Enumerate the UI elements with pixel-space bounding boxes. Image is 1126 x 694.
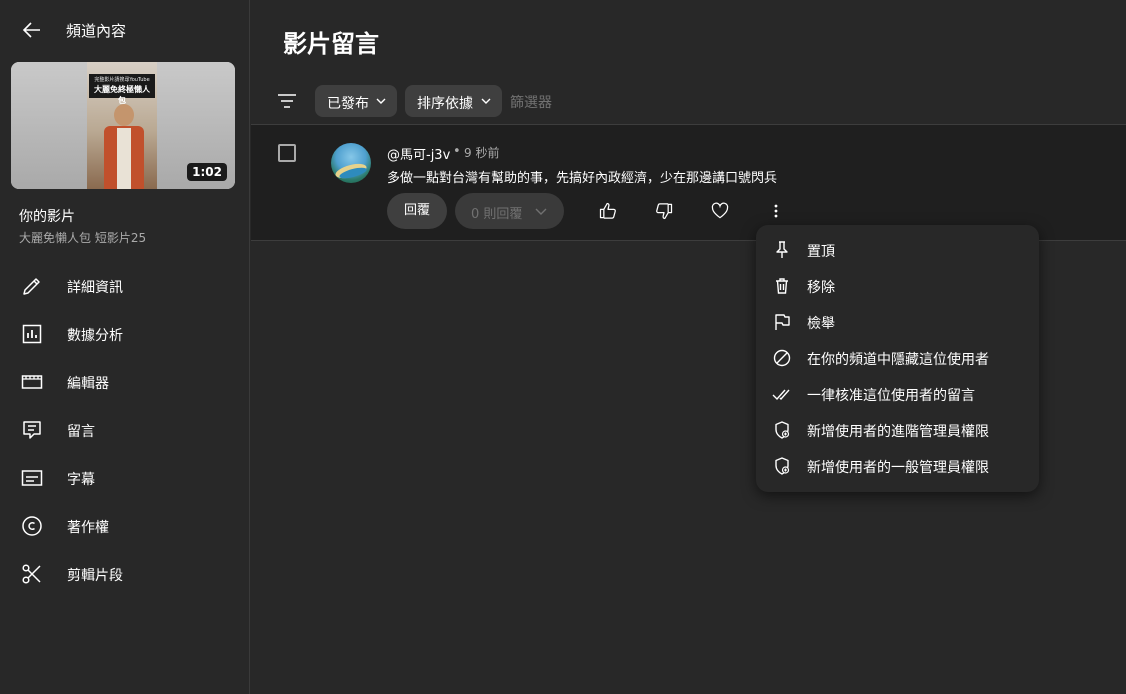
- sidebar-item-analytics[interactable]: 數據分析: [0, 312, 250, 356]
- comment-author[interactable]: @馬可-j3v: [387, 144, 450, 163]
- thumbnail-overlay-big: 大麗免終極懶人包: [94, 85, 150, 105]
- comment-select-checkbox[interactable]: [278, 144, 296, 162]
- thumbnail-overlay-small: 完整影片請搜尋YouTube: [94, 77, 150, 83]
- page-title: 影片留言: [283, 30, 379, 58]
- separator-dot: •: [453, 144, 461, 159]
- comment-actions-menu: 置頂 移除 檢舉 在你的頻道中隱藏這位使用者 一律核准這位使用者的留言 新增使用…: [756, 225, 1039, 492]
- sidebar-item-subtitles[interactable]: 字幕: [0, 456, 250, 500]
- published-filter-chip[interactable]: 已發布: [315, 85, 397, 117]
- double-check-icon: [772, 389, 790, 401]
- reply-button[interactable]: 回覆: [387, 193, 447, 229]
- menu-item-label: 新增使用者的一般管理員權限: [807, 460, 989, 476]
- heart-icon[interactable]: [710, 201, 730, 221]
- thumbnail-person-shirt: [117, 128, 131, 189]
- menu-item-always-approve[interactable]: 一律核准這位使用者的留言: [756, 376, 1039, 412]
- sidebar-item-comments[interactable]: 留言: [0, 408, 250, 452]
- sidebar: 頻道內容 完整影片請搜尋YouTube 大麗免終極懶人包 1:02 你的影片 大…: [0, 0, 250, 694]
- sidebar-item-label: 數據分析: [67, 328, 123, 344]
- menu-item-report[interactable]: 檢舉: [756, 304, 1039, 340]
- editor-icon: [21, 375, 43, 389]
- filter-icon[interactable]: [275, 89, 299, 113]
- sidebar-item-label: 編輯器: [67, 376, 109, 392]
- menu-item-pin[interactable]: 置頂: [756, 232, 1039, 268]
- scissors-icon: [22, 564, 41, 584]
- video-duration-badge: 1:02: [187, 163, 227, 181]
- sidebar-item-label: 詳細資訊: [67, 280, 123, 296]
- comment-text: 多做一點對台灣有幫助的事，先搞好內政經濟，少在那邊講口號閃兵: [387, 171, 778, 186]
- video-name: 大麗免懶人包 短影片25: [19, 231, 147, 245]
- sidebar-item-label: 剪輯片段: [67, 568, 123, 584]
- sidebar-header: 頻道內容: [0, 0, 250, 60]
- sidebar-item-label: 著作權: [67, 520, 109, 536]
- subtitles-icon: [21, 470, 43, 486]
- trash-icon: [776, 278, 788, 294]
- block-icon: [773, 349, 791, 367]
- comments-icon: [23, 421, 41, 439]
- menu-item-label: 新增使用者的進階管理員權限: [807, 424, 989, 440]
- sidebar-item-details[interactable]: 詳細資訊: [0, 264, 250, 308]
- chip-label: 排序依據: [417, 96, 473, 112]
- comment-row: @馬可-j3v • 9 秒前 多做一點對台灣有幫助的事，先搞好內政經濟，少在那邊…: [251, 125, 1126, 241]
- video-thumbnail[interactable]: 完整影片請搜尋YouTube 大麗免終極懶人包 1:02: [11, 62, 235, 189]
- shield-add-icon: [775, 421, 790, 439]
- chevron-down-icon: [376, 98, 386, 104]
- filter-input-placeholder[interactable]: 篩選器: [510, 92, 552, 112]
- more-vert-icon[interactable]: [766, 201, 786, 221]
- replies-dropdown-button[interactable]: 0 則回覆: [455, 193, 564, 229]
- flag-icon: [775, 314, 790, 330]
- thumbs-down-icon[interactable]: [654, 201, 674, 221]
- sidebar-item-copyright[interactable]: 著作權: [0, 504, 250, 548]
- menu-item-label: 置頂: [807, 244, 835, 260]
- thumbnail-blur-left: [11, 62, 87, 189]
- chevron-down-icon: [535, 208, 547, 215]
- pin-icon: [776, 241, 788, 258]
- sidebar-item-editor[interactable]: 編輯器: [0, 360, 250, 404]
- menu-item-add-standard-moderator[interactable]: 新增使用者的一般管理員權限: [756, 448, 1039, 484]
- channel-content-title: 頻道內容: [66, 22, 127, 40]
- copyright-icon: [22, 516, 42, 536]
- chip-label: 已發布: [327, 96, 369, 112]
- replies-count-label: 0 則回覆: [471, 207, 523, 222]
- menu-item-hide-user[interactable]: 在你的頻道中隱藏這位使用者: [756, 340, 1039, 376]
- shield-add-icon: [775, 457, 790, 475]
- menu-item-label: 一律核准這位使用者的留言: [807, 388, 975, 404]
- menu-item-remove[interactable]: 移除: [756, 268, 1039, 304]
- menu-item-label: 檢舉: [807, 316, 835, 332]
- your-video-label: 你的影片: [19, 209, 75, 225]
- back-arrow-icon[interactable]: [20, 18, 44, 42]
- sidebar-item-clips[interactable]: 剪輯片段: [0, 552, 250, 596]
- sidebar-item-label: 留言: [67, 424, 95, 440]
- menu-item-add-advanced-moderator[interactable]: 新增使用者的進階管理員權限: [756, 412, 1039, 448]
- chevron-down-icon: [481, 98, 491, 104]
- menu-item-label: 在你的頻道中隱藏這位使用者: [807, 352, 989, 368]
- menu-item-label: 移除: [807, 280, 835, 296]
- thumbs-up-icon[interactable]: [598, 201, 618, 221]
- comment-timestamp[interactable]: 9 秒前: [464, 144, 499, 161]
- sidebar-item-label: 字幕: [67, 472, 95, 488]
- avatar[interactable]: [331, 143, 371, 183]
- sort-by-chip[interactable]: 排序依據: [405, 85, 502, 117]
- pencil-icon: [23, 278, 40, 295]
- thumbnail-person-head: [114, 104, 134, 126]
- analytics-icon: [22, 324, 42, 344]
